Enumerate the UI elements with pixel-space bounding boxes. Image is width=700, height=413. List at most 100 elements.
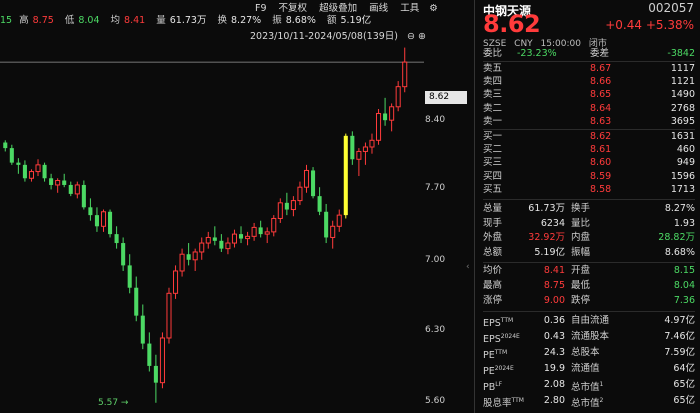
stat-label-text: 流通值 xyxy=(571,363,600,374)
candle[interactable] xyxy=(108,209,113,238)
candle[interactable] xyxy=(402,47,408,93)
minus-icon[interactable]: ⊖ xyxy=(407,31,415,42)
menu-tools[interactable]: 工具 xyxy=(400,3,419,14)
candle[interactable] xyxy=(140,304,145,350)
candle[interactable] xyxy=(389,103,395,132)
candle[interactable] xyxy=(173,265,179,299)
candle[interactable] xyxy=(330,220,336,249)
ask-row[interactable]: 卖五 8.67 1117 xyxy=(483,63,695,75)
chevron-left-icon[interactable]: ‹ xyxy=(466,262,470,272)
candle[interactable] xyxy=(258,220,263,238)
candle[interactable] xyxy=(219,234,224,252)
ask-row[interactable]: 卖一 8.63 3695 xyxy=(483,116,695,128)
candle[interactable] xyxy=(134,276,139,322)
candle[interactable] xyxy=(245,231,251,246)
bid-row[interactable]: 买一 8.62 1631 xyxy=(483,131,695,143)
candle[interactable] xyxy=(16,158,21,174)
candle[interactable] xyxy=(88,198,93,221)
candle[interactable] xyxy=(343,133,348,219)
candle[interactable] xyxy=(127,254,132,294)
candle[interactable] xyxy=(186,243,191,266)
candle[interactable] xyxy=(303,164,310,193)
candle[interactable] xyxy=(311,167,316,199)
candle[interactable] xyxy=(284,192,289,216)
stat-amount: 额 5.19亿 xyxy=(326,15,372,26)
candle[interactable] xyxy=(362,142,368,165)
ask-row[interactable]: 卖四 8.66 1121 xyxy=(483,76,695,88)
candle[interactable] xyxy=(35,159,41,177)
order-level-label: 买五 xyxy=(483,183,503,195)
candle[interactable] xyxy=(383,97,388,126)
candle[interactable] xyxy=(290,196,296,217)
bid-row[interactable]: 买四 8.59 1596 xyxy=(483,171,695,183)
stat-label-text: 最低 xyxy=(571,280,591,291)
candle[interactable] xyxy=(22,160,27,182)
stat-amplitude: 振 8.68% xyxy=(272,15,316,26)
candle[interactable] xyxy=(336,209,342,232)
candle[interactable] xyxy=(100,209,107,232)
bid-row[interactable]: 买二 8.61 460 xyxy=(483,144,695,156)
candle[interactable] xyxy=(324,203,329,244)
candle[interactable] xyxy=(121,237,126,271)
stat-label-text: 总市值 xyxy=(571,382,600,393)
candle[interactable] xyxy=(3,140,8,152)
candle[interactable] xyxy=(147,332,152,372)
candle[interactable] xyxy=(350,131,355,165)
candle[interactable] xyxy=(166,287,172,344)
candle[interactable] xyxy=(238,226,244,244)
menu-no-adjust[interactable]: 不复权 xyxy=(279,3,308,14)
candle[interactable] xyxy=(74,181,80,199)
candle[interactable] xyxy=(9,144,14,165)
plus-icon[interactable]: ⊕ xyxy=(418,31,426,42)
candle[interactable] xyxy=(231,229,237,248)
candle[interactable] xyxy=(114,226,119,249)
candle[interactable] xyxy=(271,215,277,237)
candle[interactable] xyxy=(356,148,362,177)
bid-row[interactable]: 买五 8.58 1713 xyxy=(483,184,695,196)
order-volume: 2768 xyxy=(670,102,695,114)
candle[interactable] xyxy=(297,181,303,206)
candle[interactable] xyxy=(251,222,257,241)
candle[interactable] xyxy=(42,162,47,182)
order-volume: 949 xyxy=(676,157,695,169)
candle[interactable] xyxy=(212,226,217,246)
candle[interactable] xyxy=(153,354,158,403)
candle[interactable] xyxy=(225,237,231,255)
candle[interactable] xyxy=(317,187,322,216)
date-range: 2023/10/11-2024/05/08(139日) ⊖ ⊕ xyxy=(250,28,426,42)
candle[interactable] xyxy=(62,173,67,188)
gear-icon[interactable]: ⚙ xyxy=(429,3,438,14)
stat-turnover: 换 8.27% xyxy=(217,15,262,26)
candle[interactable] xyxy=(199,237,205,260)
candle[interactable] xyxy=(55,178,61,193)
menu-f9[interactable]: F9 xyxy=(255,3,267,14)
candle[interactable] xyxy=(49,173,54,190)
candle[interactable] xyxy=(179,248,185,277)
menu-draw-line[interactable]: 画线 xyxy=(369,3,388,14)
candle[interactable] xyxy=(192,248,198,271)
candlestick-svg[interactable] xyxy=(0,0,474,413)
candle[interactable] xyxy=(376,109,382,145)
bid-row[interactable]: 买三 8.60 949 xyxy=(483,157,695,169)
stat-label-text: 均价 xyxy=(483,265,503,276)
stat-label-text: 跌停 xyxy=(571,295,591,306)
candle[interactable] xyxy=(28,169,34,182)
candle[interactable] xyxy=(94,207,99,232)
candle[interactable] xyxy=(395,81,401,112)
candle[interactable] xyxy=(68,181,73,197)
stat-label-text: PE xyxy=(483,350,495,361)
order-ratio-row: 委比 -23.23% 委差 -3842 xyxy=(483,48,695,60)
candle[interactable] xyxy=(264,227,270,244)
candle[interactable] xyxy=(81,180,86,210)
kline-chart[interactable]: 15 高 8.75 低 8.04 均 8.41 量 61.73万 换 8.27% 振 8.6… xyxy=(0,0,474,413)
candle[interactable] xyxy=(205,231,211,249)
stat-label: 涨停 xyxy=(483,295,502,307)
candle[interactable] xyxy=(159,332,165,389)
order-price: 8.61 xyxy=(590,144,612,156)
candle[interactable] xyxy=(277,198,283,223)
candle[interactable] xyxy=(369,133,375,154)
menu-super-overlay[interactable]: 超级叠加 xyxy=(319,3,357,14)
ask-row[interactable]: 卖三 8.65 1490 xyxy=(483,89,695,101)
ask-row[interactable]: 卖二 8.64 2768 xyxy=(483,103,695,115)
y-tick-label: 5.60 xyxy=(425,396,446,406)
